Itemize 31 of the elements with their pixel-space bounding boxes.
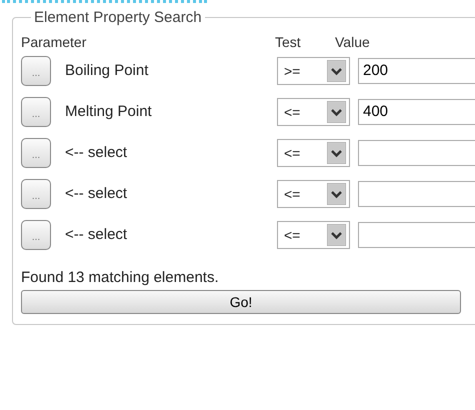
browse-button[interactable]: ... [21,96,51,126]
value-field[interactable]: 200 [358,58,475,84]
browse-button[interactable]: ... [21,138,51,168]
parameter-label: <-- select [64,144,128,161]
dropdown-arrow-icon[interactable] [327,224,346,246]
value-field[interactable] [358,222,475,248]
parameter-label: Boiling Point [64,62,150,79]
test-dropdown[interactable]: <= [277,220,350,248]
group-title: Element Property Search [33,9,203,26]
dropdown-arrow-icon[interactable] [327,182,346,204]
go-button[interactable]: Go! [21,290,461,314]
browse-button[interactable]: ... [21,56,51,86]
browse-button[interactable]: ... [21,178,51,208]
test-dropdown[interactable]: <= [277,138,350,166]
parameter-label: Melting Point [64,103,153,120]
dropdown-arrow-icon[interactable] [327,60,346,82]
test-dropdown[interactable]: <= [277,180,350,208]
test-dropdown[interactable]: <= [277,98,350,126]
value-field[interactable] [358,180,475,206]
value-field[interactable]: 400 [358,98,475,124]
column-header: Test [274,34,302,50]
parameter-label: <-- select [64,226,128,243]
column-header: Value [334,34,370,50]
parameter-label: <-- select [64,185,128,202]
browse-button[interactable]: ... [21,220,51,250]
value-field[interactable] [358,140,475,166]
dropdown-arrow-icon[interactable] [327,100,346,122]
column-header: Parameter [21,34,88,50]
test-dropdown[interactable]: >= [277,56,350,84]
dropdown-arrow-icon[interactable] [327,142,346,164]
status-text: Found 13 matching elements. [21,269,220,286]
